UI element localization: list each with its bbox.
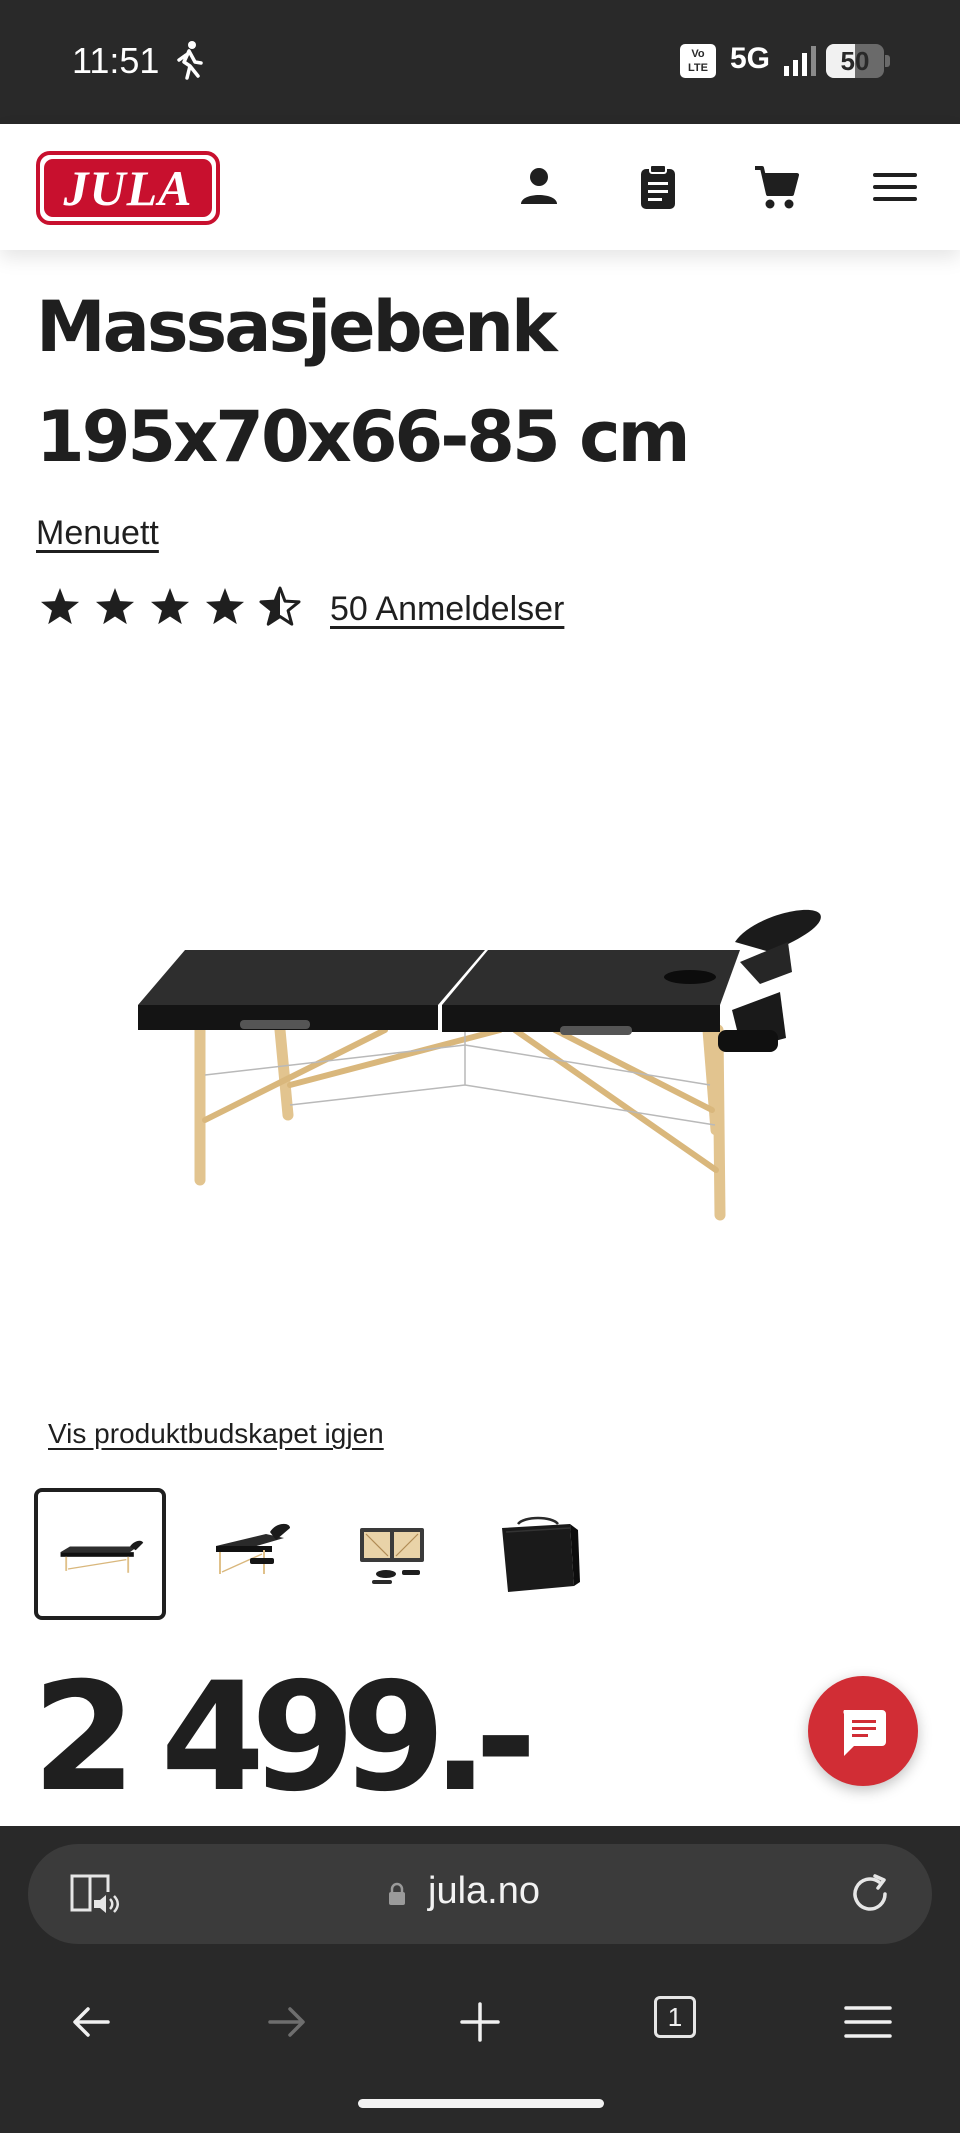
battery-icon: 50	[826, 44, 890, 78]
tabs-icon[interactable]: 1	[654, 1996, 696, 2038]
reload-icon[interactable]	[846, 1870, 894, 1918]
account-icon[interactable]	[514, 162, 564, 212]
walk-icon	[177, 41, 203, 80]
browser-toolbar: jula.no 1	[0, 1826, 960, 2133]
star-icon	[40, 588, 80, 625]
site-header: JULA	[0, 124, 960, 250]
home-indicator[interactable]	[358, 2099, 604, 2108]
thumbnail-carry-bag[interactable]	[472, 1488, 604, 1620]
rating-stars	[40, 586, 301, 626]
product-title: Massasjebenk 195x70x66-85 cm	[36, 286, 691, 478]
star-icon	[259, 586, 301, 626]
browser-menu-icon[interactable]	[840, 1994, 896, 2050]
product-price: 2 499.-	[32, 1651, 537, 1825]
reviews-link[interactable]: 50 Anmeldelser	[330, 590, 564, 629]
star-icon	[150, 588, 190, 625]
product-image[interactable]	[120, 880, 840, 1250]
image-thumbnails	[34, 1488, 634, 1620]
status-bar: 11:51 Vo LTE 5G 50	[0, 0, 960, 124]
thumbnail-folded[interactable]	[326, 1488, 458, 1620]
volte-icon: Vo LTE	[680, 44, 716, 78]
new-tab-icon[interactable]	[452, 1994, 508, 2050]
forward-icon[interactable]	[258, 1994, 314, 2050]
chat-icon	[843, 1710, 886, 1756]
status-time: 11:51	[72, 40, 160, 81]
network-type: 5G	[730, 42, 771, 75]
jula-logo[interactable]: JULA	[36, 151, 220, 225]
product-rating[interactable]: 50 Anmeldelser	[40, 584, 600, 634]
chat-button[interactable]	[808, 1676, 918, 1786]
restore-offer-link[interactable]: Vis produktbudskapet igjen	[48, 1418, 384, 1450]
reader-mode-icon[interactable]	[68, 1870, 120, 1918]
star-icon	[95, 588, 135, 625]
thumbnail-angle[interactable]	[180, 1488, 312, 1620]
back-icon[interactable]	[64, 1994, 120, 2050]
signal-icon	[784, 46, 816, 76]
menu-icon[interactable]	[870, 162, 920, 212]
shopping-list-icon[interactable]	[633, 162, 683, 212]
address-bar[interactable]: jula.no	[28, 1844, 932, 1944]
thumbnail-side[interactable]	[34, 1488, 166, 1620]
url-text: jula.no	[428, 1870, 540, 1912]
battery-level: 50	[840, 46, 870, 76]
logo-text: JULA	[44, 159, 212, 217]
star-icon	[205, 588, 245, 625]
cart-icon[interactable]	[752, 162, 802, 212]
brand-link[interactable]: Menuett	[36, 514, 159, 553]
lock-icon	[389, 1882, 405, 1905]
